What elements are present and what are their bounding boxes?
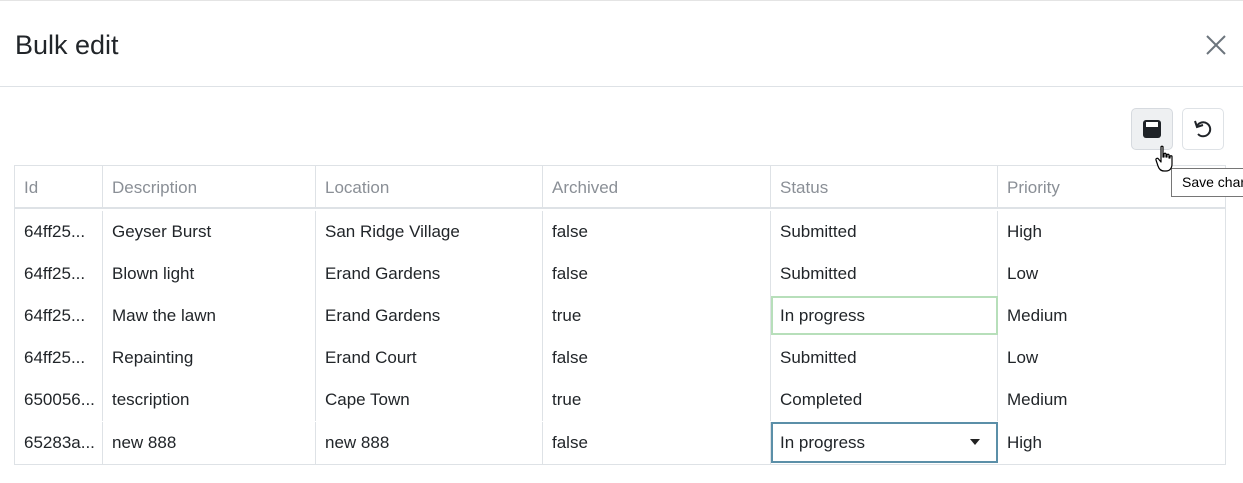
cell-status[interactable]: Submitted [771,211,998,253]
column-header-archived[interactable]: Archived [543,166,771,207]
save-tooltip: Save char [1171,168,1243,197]
grid-header-row: Id Description Location Archived Status … [15,166,1225,209]
table-row[interactable]: 64ff25... Blown light Erand Gardens fals… [15,253,1225,295]
close-icon [1206,35,1226,55]
undo-button[interactable] [1182,108,1224,150]
column-header-status[interactable]: Status [771,166,998,207]
cell-id[interactable]: 64ff25... [15,337,103,379]
chevron-down-icon[interactable] [970,439,980,445]
cell-archived[interactable]: false [543,337,771,379]
cell-description[interactable]: Maw the lawn [103,295,316,337]
cell-location[interactable]: Erand Gardens [316,295,543,337]
cell-description[interactable]: new 888 [103,422,316,464]
cell-location[interactable]: new 888 [316,422,543,464]
hand-cursor-icon [1155,145,1173,172]
save-button[interactable] [1131,108,1173,150]
cell-id[interactable]: 64ff25... [15,211,103,253]
bulk-edit-grid: Id Description Location Archived Status … [14,165,1226,465]
table-row[interactable]: 64ff25... Repainting Erand Court false S… [15,337,1225,379]
cell-priority[interactable]: Low [998,337,1225,379]
table-row[interactable]: 64ff25... Maw the lawn Erand Gardens tru… [15,295,1225,337]
table-row[interactable]: 65283a... new 888 new 888 false High [15,422,1225,464]
modal-header: Bulk edit [0,1,1243,87]
cell-priority[interactable]: Low [998,253,1225,295]
table-row[interactable]: 64ff25... Geyser Burst San Ridge Village… [15,211,1225,253]
cell-archived[interactable]: false [543,253,771,295]
cell-priority[interactable]: High [998,422,1225,464]
modal-title: Bulk edit [15,30,119,60]
cell-archived[interactable]: false [543,211,771,253]
status-select-value: In progress [780,433,866,452]
cell-description[interactable]: tescription [103,379,316,421]
cell-id[interactable]: 64ff25... [15,295,103,337]
cell-status[interactable]: Submitted [771,253,998,295]
edited-cell-highlight [771,296,998,335]
table-row[interactable]: 650056... tescription Cape Town true Com… [15,379,1225,421]
cell-status[interactable]: Submitted [771,337,998,379]
cell-description[interactable]: Geyser Burst [103,211,316,253]
column-header-id[interactable]: Id [15,166,103,207]
cell-archived[interactable]: false [543,422,771,464]
cell-description[interactable]: Repainting [103,337,316,379]
bulk-edit-modal: Bulk edit Id Description Location Archiv… [0,0,1243,483]
cell-id[interactable]: 65283a... [15,422,103,464]
cell-archived[interactable]: true [543,295,771,337]
cell-id[interactable]: 650056... [15,379,103,421]
cell-id[interactable]: 64ff25... [15,253,103,295]
save-icon [1143,120,1161,138]
column-header-location[interactable]: Location [316,166,543,207]
cell-location[interactable]: Cape Town [316,379,543,421]
column-header-description[interactable]: Description [103,166,316,207]
cell-priority[interactable]: Medium [998,295,1225,337]
close-button[interactable] [1200,29,1232,61]
cell-location[interactable]: Erand Court [316,337,543,379]
cell-location[interactable]: Erand Gardens [316,253,543,295]
cell-location[interactable]: San Ridge Village [316,211,543,253]
cell-status[interactable]: Completed [771,379,998,421]
status-select[interactable]: In progress [771,422,998,463]
cell-priority[interactable]: High [998,211,1225,253]
cell-priority[interactable]: Medium [998,379,1225,421]
cell-archived[interactable]: true [543,379,771,421]
undo-icon [1194,120,1212,138]
cell-description[interactable]: Blown light [103,253,316,295]
